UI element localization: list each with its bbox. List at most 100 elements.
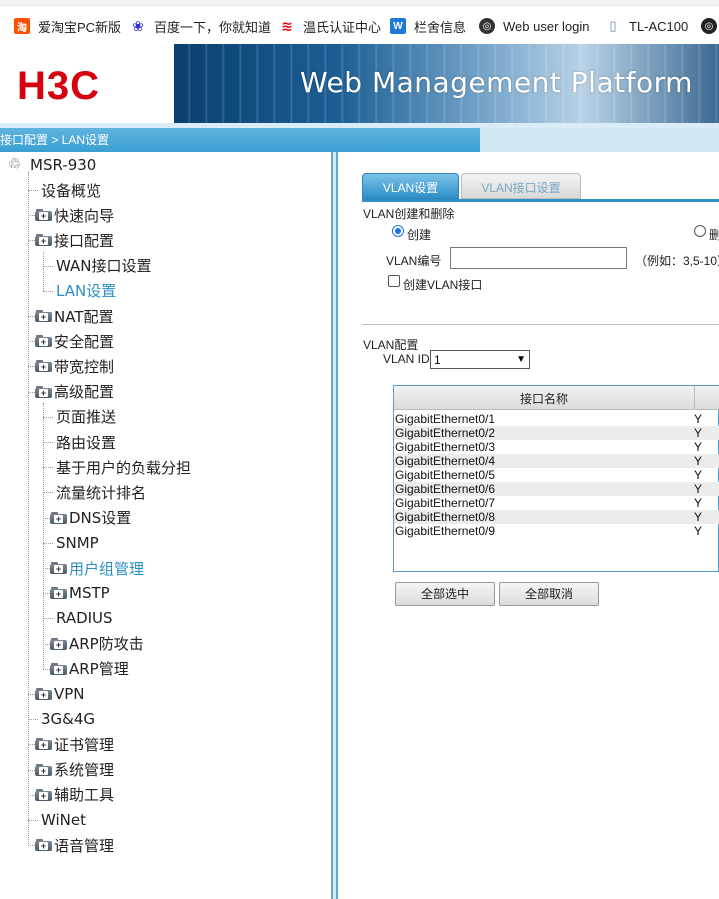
vlan-id-select[interactable]: 1 ▼: [430, 350, 530, 369]
sidebar-item-label: 基于用户的负载分担: [56, 458, 192, 477]
select-all-button[interactable]: 全部选中: [395, 582, 495, 606]
folder-icon: +: [35, 310, 52, 322]
bookmark-label: 栏舍信息: [414, 19, 467, 35]
tree-branch-line: [43, 442, 53, 443]
folder-icon: +: [50, 637, 67, 650]
header-banner: Web Management Platform: [174, 44, 719, 123]
bookmark-taobao[interactable]: 淘 爱淘宝PC新版: [14, 15, 121, 37]
wens-icon: ≋: [281, 17, 293, 34]
sidebar-item-label: 系统管理: [54, 761, 115, 780]
table-row[interactable]: GigabitEthernet0/6 Y: [394, 482, 719, 496]
sidebar-splitter[interactable]: [331, 152, 339, 899]
bookmark-overflow[interactable]: ◎: [701, 15, 717, 37]
globe-icon: ◎: [701, 18, 717, 34]
sidebar-item-13[interactable]: + DNS设置: [50, 507, 131, 529]
radio-delete[interactable]: [694, 225, 706, 237]
sidebar-item-17[interactable]: RADIUS: [56, 607, 113, 629]
interface-name-cell: GigabitEthernet0/2: [395, 426, 496, 440]
sidebar-item-18[interactable]: + ARP防攻击: [50, 633, 144, 655]
sidebar-item-6[interactable]: + 安全配置: [35, 330, 114, 352]
sidebar-item-label: 语音管理: [54, 836, 115, 855]
table-row[interactable]: GigabitEthernet0/9 Y: [394, 524, 719, 538]
interface-name-cell: GigabitEthernet0/4: [395, 454, 496, 468]
tree-guide-line: [43, 402, 44, 669]
bookmark-wens[interactable]: ≋ 温氏认证中心: [279, 15, 381, 37]
sidebar-item-3[interactable]: WAN接口设置: [56, 255, 152, 277]
bookmark-langshe[interactable]: W 栏舍信息: [390, 15, 466, 37]
tab-vlan-interface-settings[interactable]: VLAN接口设置: [461, 173, 581, 199]
sidebar-item-8[interactable]: + 高级配置: [35, 381, 114, 403]
sidebar-item-20[interactable]: + VPN: [35, 683, 85, 705]
sidebar-item-2[interactable]: + 接口配置: [35, 229, 114, 251]
vlan-number-label: VLAN编号: [386, 254, 442, 268]
folder-icon: +: [50, 587, 67, 600]
deselect-all-button[interactable]: 全部取消: [499, 582, 599, 606]
interface-name-cell: GigabitEthernet0/1: [395, 412, 496, 426]
sidebar-item-14[interactable]: SNMP: [56, 532, 99, 554]
sidebar-item-4[interactable]: LAN设置: [56, 280, 116, 302]
sidebar-item-label: DNS设置: [69, 509, 132, 528]
taobao-icon: 淘: [14, 18, 30, 34]
table-row[interactable]: GigabitEthernet0/8 Y: [394, 510, 719, 524]
sidebar-item-19[interactable]: + ARP管理: [50, 658, 129, 680]
bookmark-web-user-login[interactable]: ◎ Web user login: [479, 15, 589, 37]
main-content: VLAN设置 VLAN接口设置 VLAN创建和删除 创建 删 VLAN编号 （例…: [339, 152, 719, 899]
table-row[interactable]: GigabitEthernet0/4 Y: [394, 454, 719, 468]
network-root-icon: ♲: [8, 156, 22, 173]
membership-cell: Y: [694, 524, 703, 538]
sidebar-item-label: SNMP: [56, 533, 99, 552]
sidebar-item-label: VPN: [54, 685, 85, 703]
sidebar-item-24[interactable]: + 辅助工具: [35, 784, 114, 806]
sidebar-item-25[interactable]: WiNet: [41, 809, 86, 831]
bookmark-label: 温氏认证中心: [303, 19, 382, 35]
bookmark-tl-ac100[interactable]: ▯ TL-AC100: [605, 15, 688, 37]
table-row[interactable]: GigabitEthernet0/1 Y: [394, 412, 719, 426]
sidebar-item-5[interactable]: + NAT配置: [35, 305, 113, 327]
tree-branch-line: [43, 568, 50, 569]
sidebar-item-label: 快速向导: [54, 206, 115, 225]
membership-cell: Y: [694, 468, 703, 482]
sidebar-item-23[interactable]: + 系统管理: [35, 759, 114, 781]
tree-branch-line: [28, 694, 35, 695]
w-icon: W: [390, 18, 406, 34]
tree-branch-line: [43, 467, 53, 469]
sidebar-item-0[interactable]: 设备概览: [41, 179, 101, 201]
sidebar-item-21[interactable]: 3G&4G: [41, 708, 95, 730]
vlan-number-input[interactable]: [450, 247, 627, 269]
sidebar-item-15[interactable]: + 用户组管理: [50, 557, 144, 579]
membership-cell: Y: [694, 412, 703, 426]
section-divider: [362, 324, 719, 325]
sidebar-item-label: WAN接口设置: [56, 257, 152, 276]
tab-vlan-settings[interactable]: VLAN设置: [362, 173, 459, 199]
sidebar-item-16[interactable]: + MSTP: [50, 582, 110, 604]
radio-create[interactable]: [392, 225, 404, 237]
sidebar-item-label: 设备概览: [41, 181, 102, 200]
sidebar-item-1[interactable]: + 快速向导: [35, 204, 114, 226]
folder-icon: +: [35, 234, 52, 247]
sidebar-item-label: 证书管理: [54, 735, 115, 754]
sidebar-item-26[interactable]: + 语音管理: [35, 834, 114, 856]
column-header-membership: [694, 386, 719, 410]
table-row[interactable]: GigabitEthernet0/2 Y: [394, 426, 719, 440]
sidebar-item-label: 用户组管理: [69, 559, 145, 578]
sidebar-item-10[interactable]: 路由设置: [56, 431, 116, 453]
sidebar-item-9[interactable]: 页面推送: [56, 406, 116, 428]
table-row[interactable]: GigabitEthernet0/3 Y: [394, 440, 719, 454]
tree-branch-line: [28, 794, 35, 796]
tree-branch-line: [43, 618, 53, 620]
tree-branch-line: [43, 492, 53, 494]
bookmark-baidu[interactable]: ❀ 百度一下，你就知道: [130, 15, 271, 37]
membership-cell: Y: [694, 454, 703, 468]
sidebar-item-11[interactable]: 基于用户的负载分担: [56, 456, 191, 478]
tree-root[interactable]: ♲ MSR-930: [8, 154, 96, 176]
vlan-number-example: （例如：3,5-10）: [635, 254, 719, 268]
bookmark-label: 爱淘宝PC新版: [38, 19, 122, 35]
table-row[interactable]: GigabitEthernet0/5 Y: [394, 468, 719, 482]
table-row[interactable]: GigabitEthernet0/7 Y: [394, 496, 719, 510]
sidebar-item-12[interactable]: 流量统计排名: [56, 481, 146, 503]
sidebar-item-22[interactable]: + 证书管理: [35, 733, 114, 755]
create-vlan-interface-checkbox[interactable]: [388, 275, 400, 287]
sidebar-item-7[interactable]: + 带宽控制: [35, 355, 114, 377]
browser-top-strip: [0, 0, 719, 6]
tree-branch-line: [28, 316, 35, 317]
